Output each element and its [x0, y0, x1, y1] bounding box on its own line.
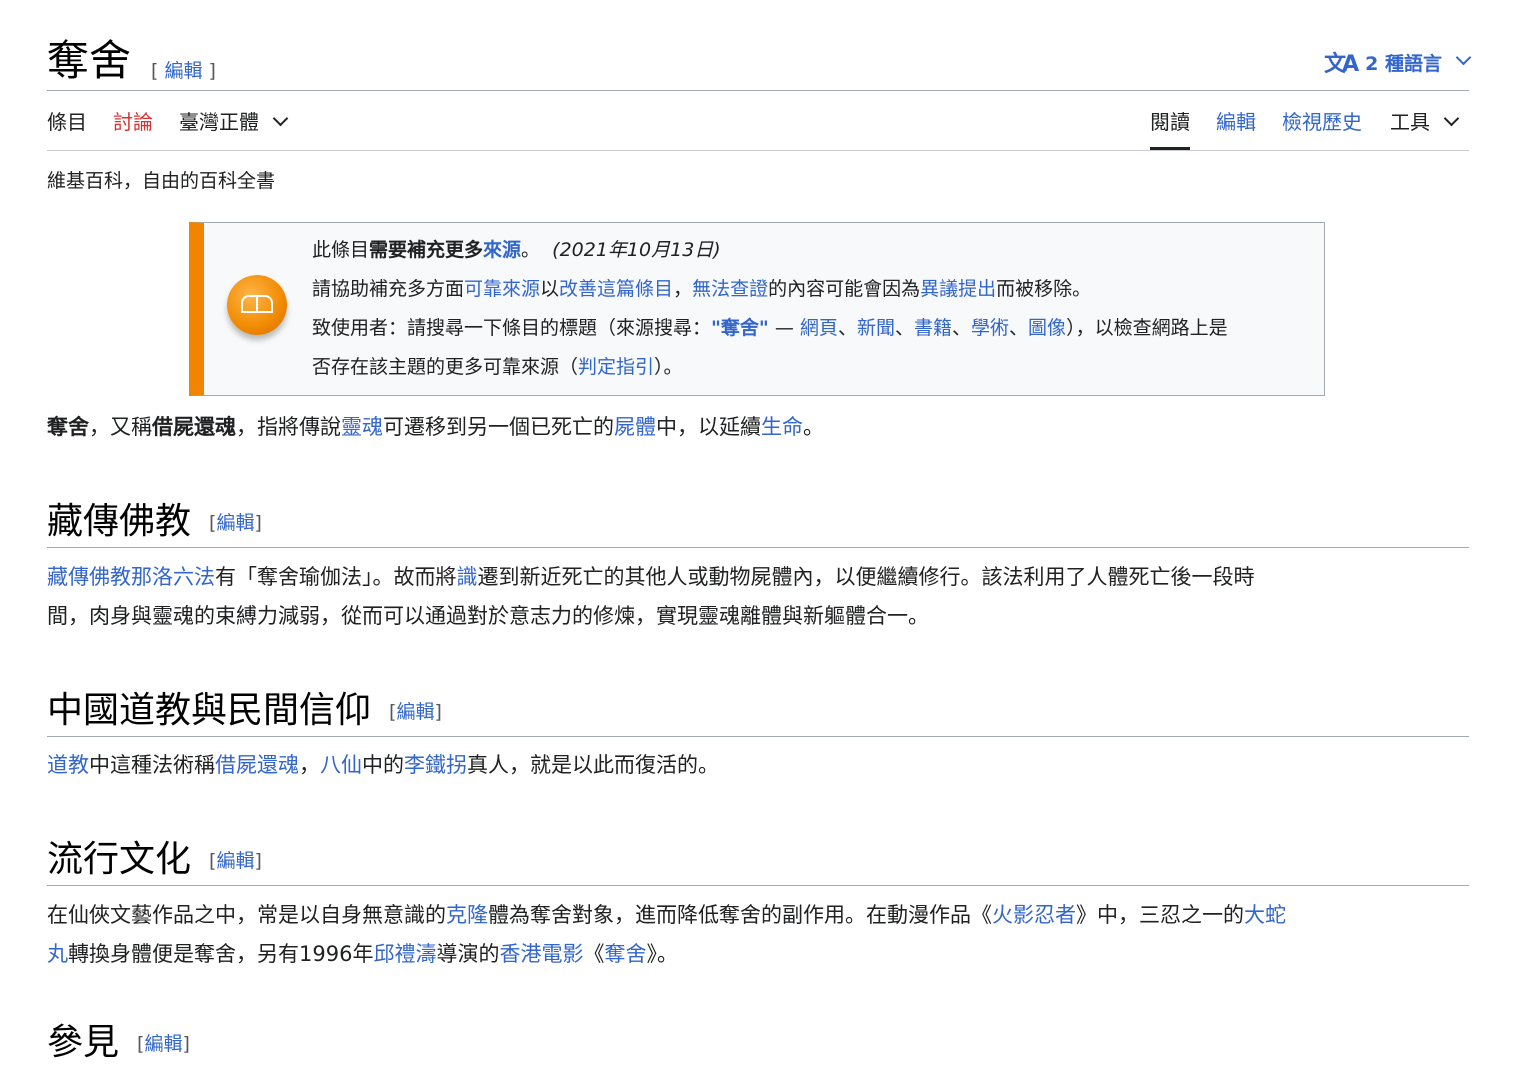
improve-article-link[interactable]: 改善這篇條目	[559, 278, 673, 300]
title-edit-link[interactable]: 編輯	[164, 60, 202, 82]
search-web-link[interactable]: 網頁	[800, 317, 838, 339]
life-link[interactable]: 生命	[761, 415, 803, 439]
hk-film-link[interactable]: 香港電影	[499, 942, 583, 966]
section-paragraph-taoism: 道教中這種法術稱借屍還魂，八仙中的李鐵拐真人，就是以此而復活的。	[47, 753, 719, 777]
section-heading-taoism: 中國道教與民間信仰 [編輯]	[47, 686, 1469, 737]
section-paragraph-popular-culture: 在仙俠文藝作品之中，常是以自身無意識的克隆體為奪舍對象，進而降低奪舍的副作用。在…	[47, 903, 1286, 966]
chevron-down-icon	[1443, 110, 1460, 127]
orochimaru-link[interactable]: 大蛇	[1244, 903, 1286, 927]
tab-article[interactable]: 條目	[47, 108, 87, 136]
refimprove-notice: 此條目需要補充更多來源。 (2021年10月13日) 請協助補充多方面可靠來源以…	[189, 222, 1325, 396]
variant-selector[interactable]: 臺灣正體	[179, 108, 289, 136]
section-edit-link[interactable]: 編輯	[216, 512, 254, 534]
li-tieguai-link[interactable]: 李鐵拐	[404, 753, 467, 777]
unverifiable-link[interactable]: 無法查證	[692, 278, 768, 300]
translate-icon: 文A	[1324, 52, 1359, 77]
notice-line-2: 請協助補充多方面可靠來源以改善這篇條目，無法查證的內容可能會因為異議提出而被移除…	[312, 278, 1092, 300]
notice-line-1: 此條目需要補充更多來源。 (2021年10月13日)	[312, 239, 721, 261]
corpse-link[interactable]: 屍體	[614, 415, 656, 439]
search-images-link[interactable]: 圖像	[1028, 317, 1066, 339]
site-tagline: 維基百科，自由的百科全書	[47, 170, 276, 192]
title-row: 奪舍 [ 編輯 ] 文A 2 種語言	[47, 28, 1472, 91]
tab-edit[interactable]: 編輯	[1216, 108, 1256, 136]
eight-immortals-link[interactable]: 八仙	[320, 753, 362, 777]
herman-yau-link[interactable]: 邱禮濤	[373, 942, 436, 966]
section-edit: [編輯]	[137, 1033, 190, 1055]
section-heading-tibetan-buddhism: 藏傳佛教 [編輯]	[47, 497, 1469, 548]
jieshi-huanhun-link[interactable]: 借屍還魂	[215, 753, 299, 777]
section-edit-link[interactable]: 編輯	[144, 1033, 182, 1055]
search-term-link[interactable]: "奪舍"	[711, 317, 769, 339]
section-edit: [編輯]	[209, 850, 262, 872]
tabs-bar: 條目 討論 臺灣正體 閱讀 編輯 檢視歷史 工具	[47, 90, 1469, 151]
section-edit: [編輯]	[209, 512, 262, 534]
section-heading-see-also: 參見 [編輯]	[47, 1022, 190, 1063]
guideline-link[interactable]: 判定指引	[578, 356, 654, 378]
taoism-link[interactable]: 道教	[47, 753, 89, 777]
section-edit: [編輯]	[389, 701, 442, 723]
clone-link[interactable]: 克隆	[446, 903, 488, 927]
tab-talk[interactable]: 討論	[113, 108, 153, 136]
notice-date: (2021年10月13日)	[552, 239, 721, 261]
notice-line-4: 否存在該主題的更多可靠來源（判定指引）。	[312, 356, 683, 378]
section-edit-link[interactable]: 編輯	[216, 850, 254, 872]
language-selector[interactable]: 文A 2 種語言	[1324, 46, 1472, 78]
notice-text: 此條目需要補充更多來源。 (2021年10月13日) 請協助補充多方面可靠來源以…	[312, 231, 1312, 387]
film-title-link[interactable]: 奪舍	[604, 942, 646, 966]
orochimaru-link-cont[interactable]: 丸	[47, 942, 68, 966]
section-paragraph-tibetan-buddhism: 藏傳佛教那洛六法有「奪舍瑜伽法」。故而將識遷到新近死亡的其他人或動物屍體內，以便…	[47, 565, 1255, 628]
consciousness-link[interactable]: 識	[457, 565, 478, 589]
notice-line-3: 致使用者：請搜尋一下條目的標題（來源搜尋："奪舍" — 網頁、新聞、書籍、學術、…	[312, 317, 1228, 339]
tools-menu[interactable]: 工具	[1390, 108, 1460, 136]
language-count: 2 種語言	[1365, 52, 1442, 75]
naruto-link[interactable]: 火影忍者	[992, 903, 1076, 927]
search-scholar-link[interactable]: 學術	[971, 317, 1009, 339]
intro-paragraph: 奪舍，又稱借屍還魂，指將傳說靈魂可遷移到另一個已死亡的屍體中，以延續生命。	[47, 415, 824, 439]
search-books-link[interactable]: 書籍	[914, 317, 952, 339]
section-heading-popular-culture: 流行文化 [編輯]	[47, 835, 1469, 886]
tab-history[interactable]: 檢視歷史	[1282, 108, 1362, 136]
chevron-down-icon	[272, 110, 289, 127]
tab-read[interactable]: 閱讀	[1150, 108, 1190, 150]
page-title: 奪舍	[47, 36, 132, 85]
six-yogas-link[interactable]: 藏傳佛教那洛六法	[47, 565, 215, 589]
section-edit-link[interactable]: 編輯	[396, 701, 434, 723]
challenged-link[interactable]: 異議提出	[920, 278, 996, 300]
search-news-link[interactable]: 新聞	[857, 317, 895, 339]
title-edit-section: [ 編輯 ]	[151, 60, 216, 82]
chevron-down-icon	[1455, 49, 1472, 65]
reliable-sources-link[interactable]: 可靠來源	[464, 278, 540, 300]
book-icon	[227, 275, 287, 335]
sources-link[interactable]: 來源	[483, 239, 521, 261]
soul-link[interactable]: 靈魂	[341, 415, 383, 439]
